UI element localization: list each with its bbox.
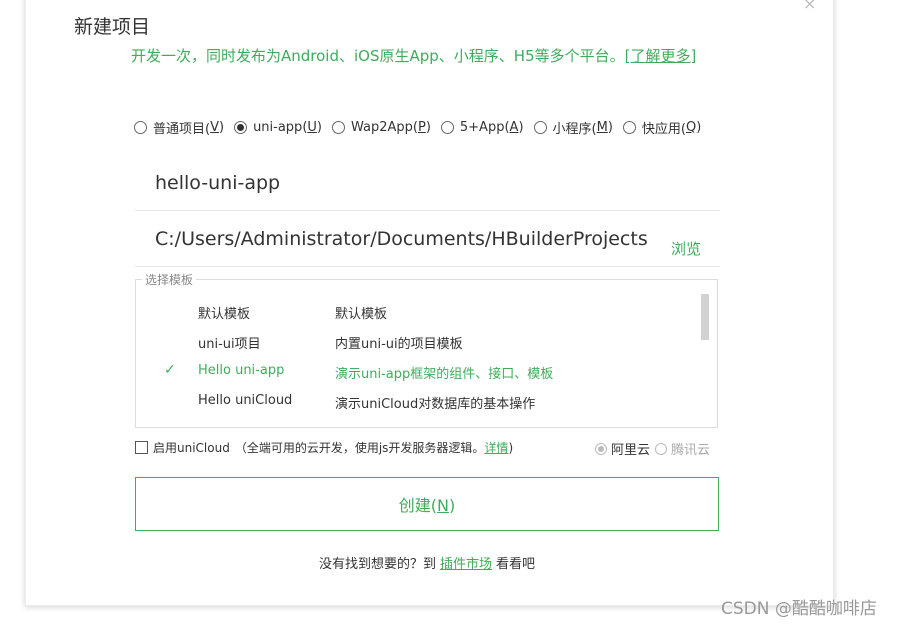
type-option-quick-app[interactable]: 快应用(Q) xyxy=(622,118,701,137)
radio-uni-app[interactable] xyxy=(234,121,248,134)
provider-tencent[interactable]: 腾讯云 xyxy=(655,439,710,458)
radio-aliyun[interactable] xyxy=(595,442,607,455)
template-list: 默认模板 默认模板 uni-ui项目 内置uni-ui的项目模板 ✓ Hello… xyxy=(135,279,718,428)
project-location-input[interactable] xyxy=(135,212,665,266)
project-type-group: 普通项目(V) uni-app(U) Wap2App(P) 5+App(A) 小… xyxy=(134,118,711,137)
radio-5plus-app[interactable] xyxy=(440,121,454,134)
location-divider xyxy=(135,266,719,267)
type-option-uni-app[interactable]: uni-app(U) xyxy=(234,120,322,135)
unicloud-note: （全端可用的云开发，使用js开发服务器逻辑。 xyxy=(234,441,485,455)
plugin-market-note: 没有找到想要的？到 插件市场 看看吧 xyxy=(319,557,536,572)
enable-unicloud-checkbox[interactable] xyxy=(135,441,148,454)
template-name: 默认模板 xyxy=(198,307,251,322)
learn-more-link[interactable]: [了解更多] xyxy=(625,47,697,65)
type-option-mini-program[interactable]: 小程序(M) xyxy=(533,118,613,137)
type-option-normal[interactable]: 普通项目(V) xyxy=(134,118,224,137)
template-item-uni-ui[interactable]: uni-ui项目 内置uni-ui的项目模板 xyxy=(136,326,696,356)
provider-aliyun[interactable]: 阿里云 xyxy=(595,439,650,458)
checkmark-icon: ✓ xyxy=(164,362,176,378)
plugin-market-link[interactable]: 插件市场 xyxy=(440,557,492,572)
template-scrollbar[interactable] xyxy=(701,294,709,340)
create-button[interactable]: 创建(N) xyxy=(135,477,719,531)
radio-quick-app[interactable] xyxy=(622,121,636,134)
template-desc: 演示uni-app框架的组件、接口、模板 xyxy=(335,367,554,382)
close-icon[interactable]: × xyxy=(803,0,816,13)
radio-mini-program[interactable] xyxy=(533,121,547,134)
template-desc: 内置uni-ui的项目模板 xyxy=(335,337,463,352)
type-option-5plus-app[interactable]: 5+App(A) xyxy=(440,120,524,135)
dialog-title: 新建项目 xyxy=(74,16,151,38)
radio-wap2app[interactable] xyxy=(331,121,345,134)
radio-normal[interactable] xyxy=(134,121,147,134)
template-name: Hello uniCloud xyxy=(198,393,293,408)
template-name: Hello uni-app xyxy=(198,363,285,378)
unicloud-details-link[interactable]: 详情 xyxy=(484,439,508,456)
enable-unicloud-label[interactable]: 启用uniCloud xyxy=(153,439,230,456)
dialog-subtitle: 开发一次，同时发布为Android、iOS原生App、小程序、H5等多个平台。[… xyxy=(131,45,696,66)
template-legend: 选择模板 xyxy=(142,271,197,288)
template-item-hello-uni-app[interactable]: ✓ Hello uni-app 演示uni-app框架的组件、接口、模板 xyxy=(136,356,696,386)
unicloud-option: 启用uniCloud （全端可用的云开发，使用js开发服务器逻辑。 详情) xyxy=(135,439,513,456)
template-name: uni-ui项目 xyxy=(198,337,261,352)
project-name-input[interactable] xyxy=(135,155,719,211)
csdn-watermark: CSDN @酷酷咖啡店 xyxy=(721,599,877,619)
cloud-provider-group: 阿里云 腾讯云 xyxy=(595,439,710,458)
browse-button[interactable]: 浏览 xyxy=(671,238,701,259)
template-desc: 演示uniCloud对数据库的基本操作 xyxy=(335,397,536,412)
template-item-default[interactable]: 默认模板 默认模板 xyxy=(136,296,696,326)
type-option-wap2app[interactable]: Wap2App(P) xyxy=(331,120,431,135)
radio-tencent[interactable] xyxy=(655,442,668,455)
template-item-hello-unicloud[interactable]: Hello uniCloud 演示uniCloud对数据库的基本操作 xyxy=(136,386,696,416)
template-desc: 默认模板 xyxy=(335,307,388,322)
subtitle-text: 开发一次，同时发布为Android、iOS原生App、小程序、H5等多个平台。 xyxy=(131,47,625,65)
